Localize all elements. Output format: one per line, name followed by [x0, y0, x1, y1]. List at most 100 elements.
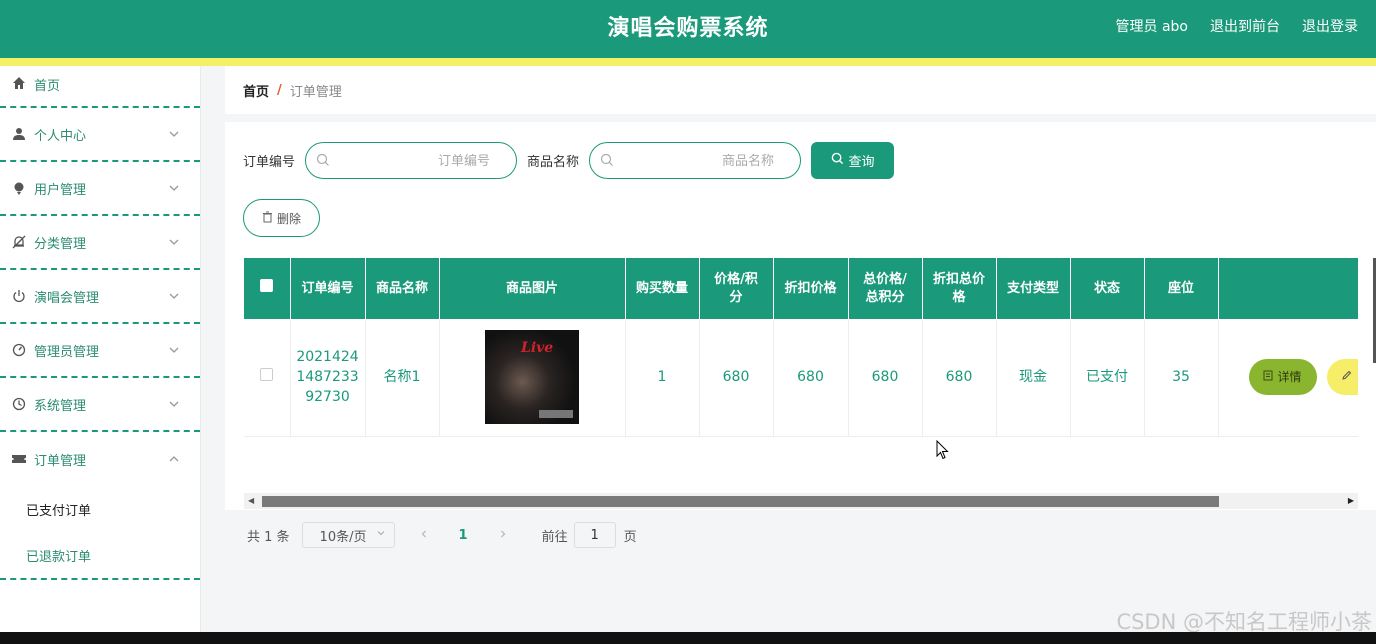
detail-button-label: 详情	[1277, 370, 1302, 385]
column-header[interactable]: 座位	[1144, 258, 1219, 319]
bell-off-icon	[11, 234, 27, 250]
scroll-left-icon[interactable]: ◀	[248, 496, 254, 505]
select-all-checkbox[interactable]	[260, 279, 274, 292]
sidebar-item-orders[interactable]: 订单管理	[0, 432, 200, 486]
product-name-label: 商品名称	[527, 155, 580, 170]
sidebar-item-system[interactable]: 系统管理	[0, 378, 200, 432]
power-icon	[11, 288, 27, 304]
sidebar-item-label: 演唱会管理	[34, 290, 100, 306]
sidebar-item-users[interactable]: 用户管理	[0, 162, 200, 216]
column-header[interactable]: 支付类型	[996, 258, 1071, 319]
document-icon	[1263, 367, 1273, 387]
pencil-icon	[1341, 367, 1352, 387]
column-header[interactable]: 商品图片	[439, 258, 626, 319]
total-count: 共 1 条	[247, 529, 290, 545]
page-size-value: 10条/页	[319, 529, 367, 545]
search-icon	[600, 153, 614, 167]
album-cover-logo: Live	[521, 340, 554, 357]
edit-button[interactable]	[1326, 359, 1358, 396]
main-content: 首页 / 订单管理 订单编号 商品名称 查询 删除	[225, 66, 1376, 632]
sidebar-item-profile[interactable]: 个人中心	[0, 108, 200, 162]
bottom-bar	[0, 632, 1376, 644]
pagination: 共 1 条 10条/页 1 前往 1 页	[247, 522, 637, 548]
sidebar-subitem-paid-orders[interactable]: 已支付订单	[0, 486, 200, 532]
sidebar-subitem-refunded-orders[interactable]: 已退款订单	[0, 532, 200, 578]
sidebar-item-label: 首页	[34, 79, 61, 94]
chevron-down-icon	[168, 128, 180, 140]
column-header[interactable]: 订单编号	[290, 258, 366, 319]
table-header-row: 订单编号 商品名称 商品图片 购买数量 价格/积分 折扣价格 总价格/总积分 折…	[244, 258, 1358, 319]
chevron-up-icon	[168, 453, 180, 465]
orders-table-wrapper: 订单编号 商品名称 商品图片 购买数量 价格/积分 折扣价格 总价格/总积分 折…	[244, 258, 1358, 456]
row-checkbox[interactable]	[260, 368, 274, 382]
search-icon	[316, 153, 330, 167]
search-row: 订单编号 商品名称 查询	[243, 142, 895, 179]
query-button[interactable]: 查询	[811, 142, 895, 179]
chevron-down-icon	[168, 236, 180, 248]
breadcrumb-current: 订单管理	[289, 84, 342, 100]
sidebar-item-label: 订单管理	[34, 453, 87, 469]
product-name-input[interactable]	[620, 151, 775, 171]
quantity-cell: 1	[625, 319, 700, 437]
column-header[interactable]: 状态	[1070, 258, 1145, 319]
admin-user-link[interactable]: 管理员 abo	[1116, 16, 1188, 36]
column-header[interactable]: 折扣总价格	[922, 258, 997, 319]
logout-link[interactable]: 退出登录	[1302, 16, 1358, 36]
column-header[interactable]: 价格/积分	[699, 258, 774, 319]
sidebar: 首页 个人中心 用户管理 分类管理 演唱会管理 管理员管理 系统管理 订单管理 …	[0, 66, 201, 632]
user-icon	[11, 126, 27, 142]
goto-page-input[interactable]: 1	[573, 522, 616, 548]
scroll-right-icon[interactable]: ▶	[1348, 496, 1354, 505]
ticket-icon	[11, 451, 27, 467]
delete-button[interactable]: 删除	[243, 199, 320, 237]
seat-cell: 35	[1144, 319, 1219, 437]
discount-price-cell: 680	[773, 319, 849, 437]
sidebar-item-concerts[interactable]: 演唱会管理	[0, 270, 200, 324]
product-image[interactable]: Live	[485, 330, 579, 425]
chevron-down-icon	[168, 398, 180, 410]
sidebar-item-admins[interactable]: 管理员管理	[0, 324, 200, 378]
gauge-icon	[11, 342, 27, 358]
prev-page-button[interactable]	[419, 528, 429, 543]
delete-button-label: 删除	[276, 211, 301, 226]
accent-stripe	[0, 58, 1376, 66]
order-no-input[interactable]	[336, 151, 491, 171]
orders-submenu: 已支付订单 已退款订单	[0, 486, 200, 580]
order-no-cell: 2021424 1487233 92730	[290, 319, 366, 437]
page-unit-label: 页	[623, 529, 637, 545]
scrollbar-thumb[interactable]	[262, 496, 1219, 507]
detail-button[interactable]: 详情	[1248, 359, 1317, 396]
orders-panel: 订单编号 商品名称 查询 删除	[225, 122, 1376, 548]
column-header[interactable]: 操	[1218, 258, 1358, 319]
status-cell: 已支付	[1070, 319, 1145, 437]
column-header[interactable]: 商品名称	[365, 258, 440, 319]
product-image-cell: Live	[439, 319, 626, 437]
sidebar-item-home[interactable]: 首页	[0, 66, 200, 108]
next-page-button[interactable]	[498, 528, 508, 543]
sidebar-item-label: 管理员管理	[34, 344, 100, 360]
horizontal-scrollbar[interactable]: ◀ ▶	[244, 493, 1358, 509]
breadcrumb-home[interactable]: 首页	[243, 81, 269, 100]
breadcrumb-separator: /	[277, 82, 282, 98]
sidebar-item-categories[interactable]: 分类管理	[0, 216, 200, 270]
column-header[interactable]: 购买数量	[625, 258, 700, 319]
order-no-line: 92730	[305, 389, 350, 406]
price-cell: 680	[699, 319, 774, 437]
product-name-search-box	[589, 142, 802, 179]
product-name-cell: 名称1	[365, 319, 440, 437]
goto-label: 前往	[541, 529, 568, 545]
exit-to-frontend-link[interactable]: 退出到前台	[1210, 16, 1280, 36]
clock-icon	[11, 396, 27, 412]
column-header[interactable]: 总价格/总积分	[848, 258, 923, 319]
column-header[interactable]: 折扣价格	[773, 258, 849, 319]
home-icon	[11, 75, 27, 91]
search-icon	[831, 152, 844, 169]
discount-total-cell: 680	[922, 319, 997, 437]
chevron-down-icon	[168, 182, 180, 194]
sidebar-item-label: 用户管理	[34, 182, 87, 198]
page-number-current[interactable]: 1	[459, 528, 468, 543]
page-size-select[interactable]: 10条/页	[301, 522, 395, 548]
chevron-down-icon	[376, 528, 386, 541]
pin-icon	[11, 180, 27, 196]
order-no-search-box	[305, 142, 518, 179]
